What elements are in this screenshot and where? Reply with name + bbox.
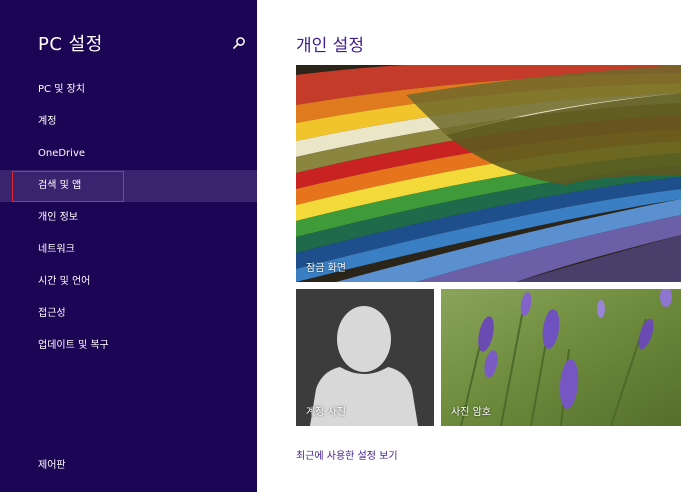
recent-settings-link[interactable]: 최근에 사용한 설정 보기	[296, 447, 398, 462]
sidebar-nav: PC 및 장치 계정 OneDrive 검색 및 앱 개인 정보 네트워크 시간…	[0, 74, 257, 362]
search-icon[interactable]	[232, 35, 246, 49]
sidebar-item-privacy[interactable]: 개인 정보	[0, 202, 257, 234]
sidebar-item-label: 업데이트 및 복구	[38, 340, 109, 351]
sidebar-item-label: PC 및 장치	[38, 84, 85, 95]
sidebar-item-update-recovery[interactable]: 업데이트 및 복구	[0, 330, 257, 362]
sidebar-item-label: 접근성	[38, 308, 66, 319]
lock-screen-image	[296, 65, 681, 282]
sidebar: PC 설정 PC 및 장치 계정 OneDrive 검색 및 앱 개인 정보 네…	[0, 0, 257, 492]
lock-screen-tile[interactable]: 잠금 화면	[296, 65, 681, 282]
sidebar-item-accessibility[interactable]: 접근성	[0, 298, 257, 330]
picture-password-label: 사진 암호	[451, 407, 491, 418]
sidebar-item-label: 개인 정보	[38, 212, 78, 223]
sidebar-item-time-language[interactable]: 시간 및 언어	[0, 266, 257, 298]
page-title: 개인 설정	[296, 36, 364, 56]
control-panel-link[interactable]: 제어판	[38, 456, 66, 476]
sidebar-item-label: OneDrive	[38, 148, 86, 159]
sidebar-title: PC 설정	[38, 34, 103, 55]
sidebar-item-label: 네트워크	[38, 244, 75, 255]
sidebar-item-network[interactable]: 네트워크	[0, 234, 257, 266]
account-picture-label: 계정 사진	[306, 407, 346, 418]
sidebar-item-onedrive[interactable]: OneDrive	[0, 138, 257, 170]
focus-highlight	[12, 171, 124, 202]
account-picture-tile[interactable]: 계정 사진	[296, 289, 434, 426]
picture-password-tile[interactable]: 사진 암호	[441, 289, 681, 426]
sidebar-item-label: 시간 및 언어	[38, 276, 91, 287]
lock-screen-label: 잠금 화면	[306, 263, 346, 274]
sidebar-item-pc-devices[interactable]: PC 및 장치	[0, 74, 257, 106]
sidebar-item-search-apps[interactable]: 검색 및 앱	[0, 170, 257, 202]
sidebar-item-label: 계정	[38, 116, 57, 127]
sidebar-item-accounts[interactable]: 계정	[0, 106, 257, 138]
